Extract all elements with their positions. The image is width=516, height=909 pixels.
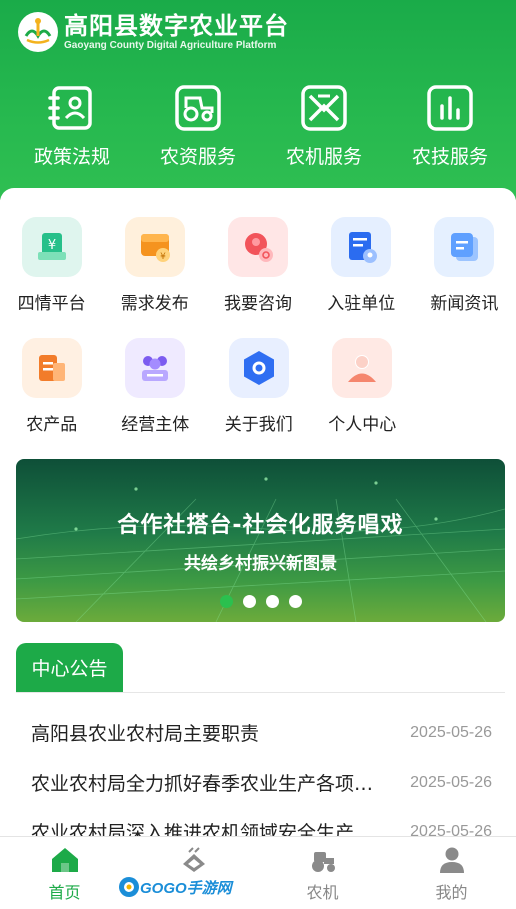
tab-mine[interactable]: 我的	[387, 837, 516, 909]
banner-dot-2[interactable]	[242, 595, 256, 608]
svg-text:¥: ¥	[47, 238, 55, 253]
consult-icon	[228, 217, 288, 277]
grid-item-label: 个人中心	[328, 415, 397, 435]
person-icon	[332, 338, 393, 398]
grid-item-label: 四情平台	[17, 294, 86, 314]
notice-tab[interactable]: 中心公告	[16, 643, 123, 692]
quick-grid-row-2: 农产品 经营主体 关于我们 个人中心	[0, 338, 516, 435]
notice-date: 2025-05-26	[410, 723, 492, 741]
header: 高阳县数字农业平台 Gaoyang County Digital Agricul…	[0, 0, 516, 200]
about-icon	[228, 338, 289, 398]
grid-item-label: 入驻单位	[327, 294, 396, 314]
banner-dot-1[interactable]	[219, 595, 233, 608]
news-icon	[434, 217, 495, 277]
grid-item-label: 经营主体	[121, 415, 190, 435]
tab-home-label: 首页	[48, 883, 81, 902]
watermark: GOGO手游网	[118, 874, 232, 900]
app-subtitle: Gaoyang County Digital Agriculture Platf…	[64, 40, 277, 51]
grid-item-news[interactable]: 新闻资讯	[413, 217, 516, 314]
app-title: 高阳县数字农业平台	[64, 12, 289, 40]
nav-machinery-label: 农机服务	[285, 146, 362, 168]
bottom-tabbar: 首页 农机 我的	[0, 836, 516, 909]
grid-item-unit[interactable]: 入驻单位	[310, 217, 413, 314]
nav-machinery[interactable]: 农机服务	[261, 84, 387, 169]
grid-item-consult[interactable]: 我要咨询	[206, 217, 309, 314]
tab-mine-label: 我的	[435, 883, 468, 902]
watermark-text: GOGO手游网	[140, 879, 232, 897]
grid-item-sqpt[interactable]: ¥ 四情平台	[0, 217, 103, 314]
notice-item[interactable]: 高阳县农业农村局主要职责 2025-05-26	[31, 719, 492, 746]
svg-text:¥: ¥	[160, 252, 166, 262]
nav-supplies-label: 农资服务	[159, 146, 236, 168]
crop-icon	[182, 847, 205, 872]
grid-item-label: 关于我们	[224, 415, 293, 435]
banner-subline: 共绘乡村振兴新图景	[184, 554, 337, 574]
banner-headline: 合作社搭台-社会化服务唱戏	[117, 513, 404, 538]
notice-title: 农业农村局全力抓好春季农业生产各项工作	[31, 773, 386, 795]
banner-dot-4[interactable]	[288, 595, 302, 608]
nav-tech-label: 农技服务	[411, 146, 488, 168]
tab-machinery[interactable]: 农机	[258, 837, 387, 909]
banner-pagination	[16, 595, 505, 608]
user-icon	[439, 847, 464, 873]
grid-item-label: 需求发布	[120, 294, 189, 314]
machine-icon	[301, 85, 347, 131]
promo-banner[interactable]: 合作社搭台-社会化服务唱戏 共绘乡村振兴新图景	[16, 459, 505, 622]
notice-title: 高阳县农业农村局主要职责	[31, 723, 260, 745]
notice-item[interactable]: 农业农村局全力抓好春季农业生产各项工作 2025-05-26	[31, 769, 492, 796]
top-nav: 政策法规 农资服务 农机服务 农技服务	[0, 84, 516, 169]
logo-icon	[18, 12, 58, 52]
notice-divider	[16, 692, 505, 693]
grid-item-label: 我要咨询	[224, 294, 292, 314]
release-icon: ¥	[124, 217, 185, 277]
tractor-icon	[175, 85, 221, 131]
tab-home[interactable]: 首页	[0, 837, 129, 909]
nav-tech[interactable]: 农技服务	[387, 84, 513, 169]
grid-item-person[interactable]: 个人中心	[311, 338, 415, 435]
nav-supplies[interactable]: 农资服务	[135, 84, 261, 169]
grid-item-xqfb[interactable]: ¥ 需求发布	[103, 217, 206, 314]
tractor-tab-icon	[311, 852, 335, 872]
banner-dot-3[interactable]	[265, 595, 279, 608]
grid-item-about[interactable]: 关于我们	[207, 338, 311, 435]
entity-icon	[125, 338, 186, 398]
nav-policy[interactable]: 政策法规	[9, 84, 135, 169]
notice-date: 2025-05-26	[410, 773, 492, 791]
grid-item-label: 新闻资讯	[430, 294, 499, 314]
quick-grid-row-1: ¥ 四情平台 ¥ 需求发布 我要咨询 入驻单位 新闻资讯	[0, 217, 516, 314]
platform-icon: ¥	[21, 217, 82, 277]
unit-icon	[331, 217, 392, 277]
home-icon	[51, 848, 78, 872]
watermark-logo-icon	[119, 877, 139, 897]
brand: 高阳县数字农业平台 Gaoyang County Digital Agricul…	[18, 12, 289, 52]
grid-item-product[interactable]: 农产品	[0, 338, 104, 435]
tab-machinery-label: 农机	[306, 883, 339, 902]
product-icon	[21, 338, 82, 398]
grid-item-label: 农产品	[26, 415, 78, 435]
nav-policy-label: 政策法规	[33, 146, 110, 168]
bar-chart-icon	[427, 85, 473, 131]
grid-item-entity[interactable]: 经营主体	[104, 338, 208, 435]
policy-book-icon	[48, 86, 92, 130]
